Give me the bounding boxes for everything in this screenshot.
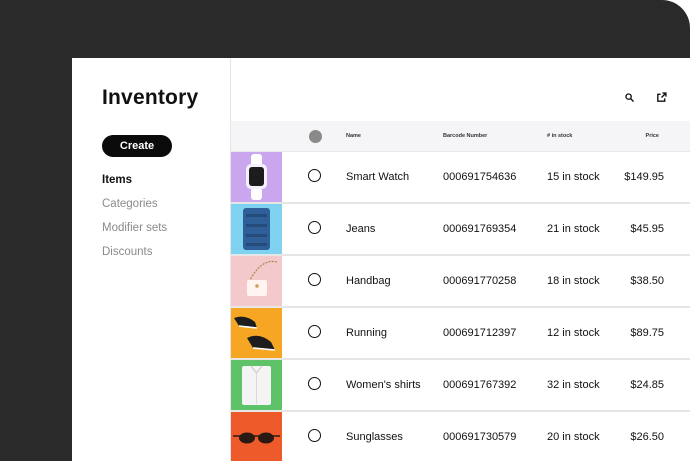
- row-select-radio[interactable]: [308, 169, 321, 182]
- row-select-radio[interactable]: [308, 221, 321, 234]
- item-barcode: 000691712397: [443, 327, 517, 339]
- device-frame: Inventory Create Items Categories Modifi…: [0, 0, 690, 461]
- item-name: Smart Watch: [346, 171, 410, 183]
- item-thumbnail: [231, 152, 282, 202]
- item-thumbnail: [231, 360, 282, 410]
- jeans-image: [231, 204, 282, 254]
- column-header-stock[interactable]: # in stock: [547, 121, 572, 151]
- table-row[interactable]: Smart Watch 000691754636 15 in stock $14…: [231, 152, 690, 204]
- app-screen: Inventory Create Items Categories Modifi…: [72, 58, 690, 461]
- column-header-barcode[interactable]: Barcode Number: [443, 121, 487, 151]
- item-stock: 12 in stock: [547, 327, 600, 339]
- item-thumbnail: [231, 412, 282, 461]
- sidebar-nav: Items Categories Modifier sets Discounts: [102, 172, 167, 268]
- item-barcode: 000691730579: [443, 431, 517, 443]
- item-stock: 20 in stock: [547, 431, 600, 443]
- row-select-radio[interactable]: [308, 377, 321, 390]
- item-barcode: 000691770258: [443, 275, 517, 287]
- item-name: Sunglasses: [346, 431, 403, 443]
- toolbar: [622, 90, 668, 104]
- item-barcode: 000691767392: [443, 379, 517, 391]
- handbag-image: [231, 256, 282, 306]
- item-barcode: 000691769354: [443, 223, 517, 235]
- create-button[interactable]: Create: [102, 135, 172, 157]
- running-shoes-image: [231, 308, 282, 358]
- main-content: Name Barcode Number # in stock Price Sma…: [231, 58, 690, 461]
- table-header: Name Barcode Number # in stock Price: [231, 121, 690, 152]
- item-name: Running: [346, 327, 387, 339]
- item-price: $149.95: [624, 171, 664, 183]
- table-row[interactable]: Running 000691712397 12 in stock $89.75: [231, 308, 690, 360]
- item-stock: 21 in stock: [547, 223, 600, 235]
- item-thumbnail: [231, 256, 282, 306]
- sidebar-item-discounts[interactable]: Discounts: [102, 244, 167, 268]
- item-name: Women's shirts: [346, 379, 421, 391]
- sidebar-item-categories[interactable]: Categories: [102, 196, 167, 220]
- sidebar-item-items[interactable]: Items: [102, 172, 167, 196]
- table-row[interactable]: Handbag 000691770258 18 in stock $38.50: [231, 256, 690, 308]
- select-all-toggle[interactable]: [309, 130, 322, 143]
- item-stock: 18 in stock: [547, 275, 600, 287]
- item-barcode: 000691754636: [443, 171, 517, 183]
- item-price: $24.85: [630, 379, 664, 391]
- item-thumbnail: [231, 308, 282, 358]
- item-name: Jeans: [346, 223, 376, 235]
- table-row[interactable]: Women's shirts 000691767392 32 in stock …: [231, 360, 690, 412]
- item-price: $45.95: [630, 223, 664, 235]
- item-name: Handbag: [346, 275, 391, 287]
- table-row[interactable]: Sunglasses 000691730579 20 in stock $26.…: [231, 412, 690, 461]
- item-stock: 15 in stock: [547, 171, 600, 183]
- row-select-radio[interactable]: [308, 429, 321, 442]
- sunglasses-image: [231, 412, 282, 461]
- item-thumbnail: [231, 204, 282, 254]
- sidebar-item-modifier-sets[interactable]: Modifier sets: [102, 220, 167, 244]
- item-price: $26.50: [630, 431, 664, 443]
- page-title: Inventory: [102, 86, 199, 109]
- item-price: $38.50: [630, 275, 664, 287]
- item-price: $89.75: [630, 327, 664, 339]
- search-icon[interactable]: [622, 90, 636, 104]
- column-header-name[interactable]: Name: [346, 121, 361, 151]
- row-select-radio[interactable]: [308, 325, 321, 338]
- export-icon[interactable]: [654, 90, 668, 104]
- table-row[interactable]: Jeans 000691769354 21 in stock $45.95: [231, 204, 690, 256]
- inventory-table-body: Smart Watch 000691754636 15 in stock $14…: [231, 152, 690, 461]
- sidebar: Inventory Create Items Categories Modifi…: [72, 58, 231, 461]
- shirt-image: [231, 360, 282, 410]
- column-header-price[interactable]: Price: [646, 121, 659, 151]
- smart-watch-image: [231, 152, 282, 202]
- item-stock: 32 in stock: [547, 379, 600, 391]
- row-select-radio[interactable]: [308, 273, 321, 286]
